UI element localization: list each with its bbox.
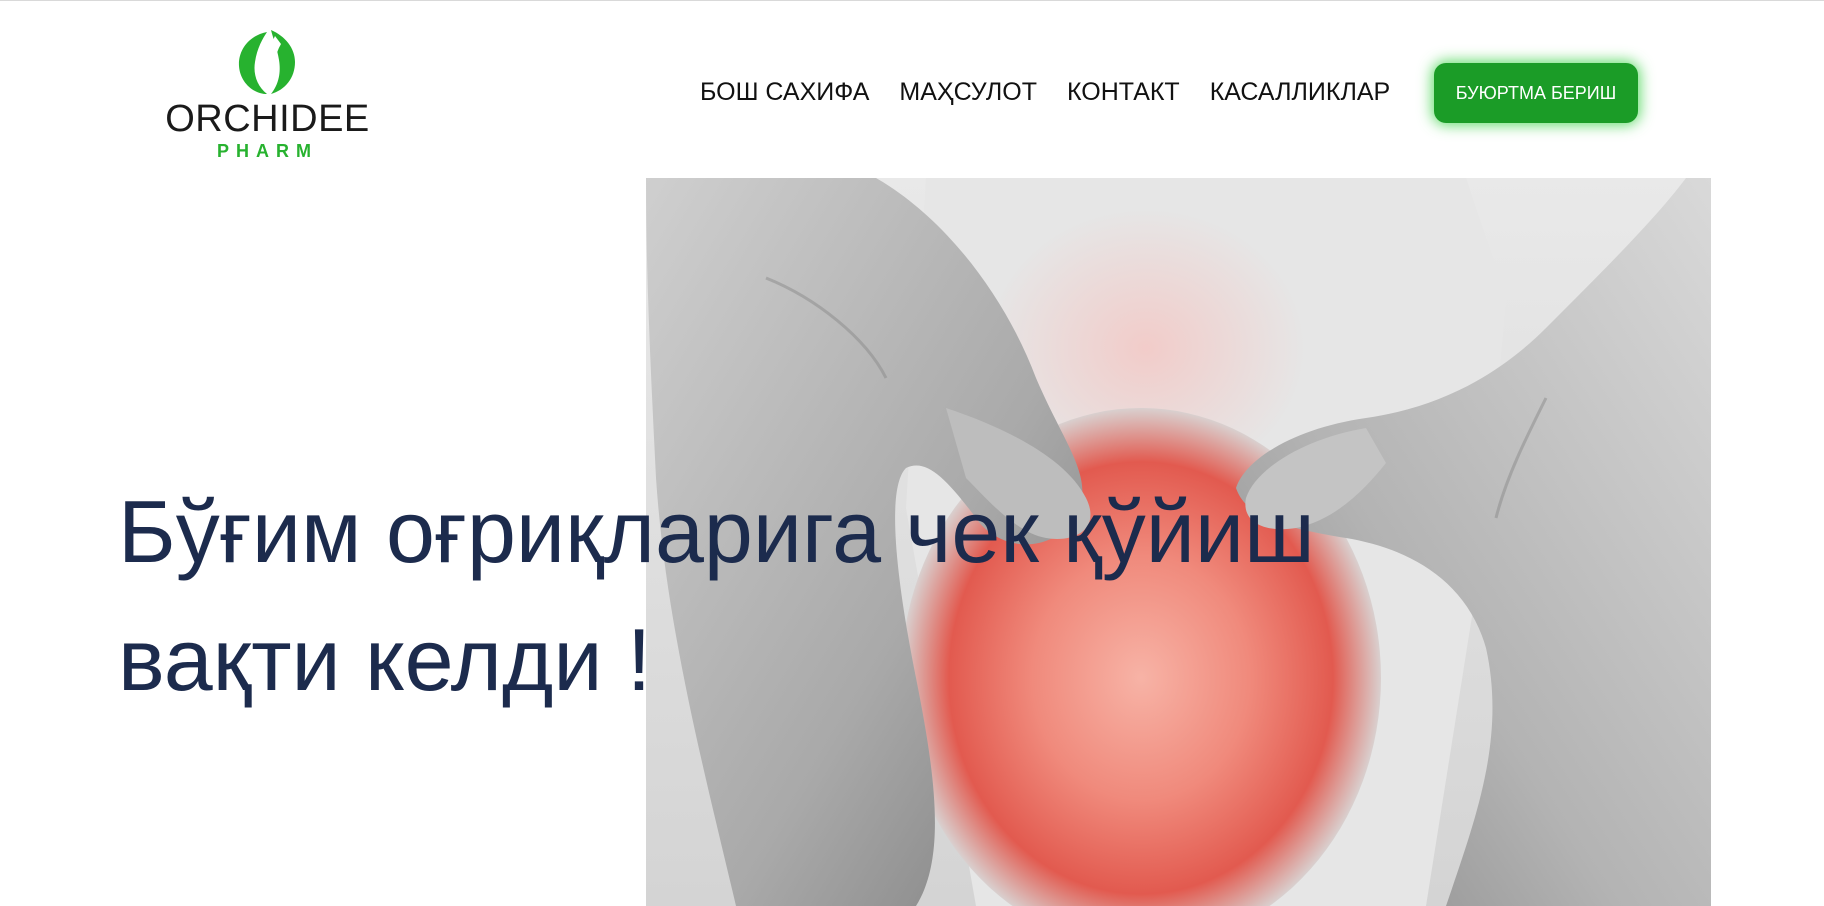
nav-link-home[interactable]: БОШ САХИФА xyxy=(700,78,869,107)
nav-link-diseases[interactable]: КАСАЛЛИКЛАР xyxy=(1210,78,1391,107)
nav-link-products[interactable]: МАҲСУЛОТ xyxy=(899,78,1037,107)
leaf-logo-icon xyxy=(238,30,295,94)
order-button[interactable]: БУЮРТМА БЕРИШ xyxy=(1434,63,1638,123)
hero-headline-line-1: Бўғим оғриқларига чек қўйиш xyxy=(118,482,1315,581)
page: ORCHIDEE PHARM БОШ САХИФА МАҲСУЛОТ КОНТА… xyxy=(0,0,1824,906)
brand-name: ORCHIDEE xyxy=(165,98,370,140)
hero-headline: Бўғим оғриқларига чек қўйиш вақти келди … xyxy=(118,468,1418,724)
hero-headline-line-2: вақти келди ! xyxy=(118,610,652,709)
nav-link-contact[interactable]: КОНТАКТ xyxy=(1067,78,1180,107)
top-divider xyxy=(0,0,1824,1)
brand-logo[interactable]: ORCHIDEE PHARM xyxy=(160,28,375,168)
brand-subtitle: PHARM xyxy=(217,141,318,161)
main-nav: БОШ САХИФА МАҲСУЛОТ КОНТАКТ КАСАЛЛИКЛАР xyxy=(700,78,1390,107)
